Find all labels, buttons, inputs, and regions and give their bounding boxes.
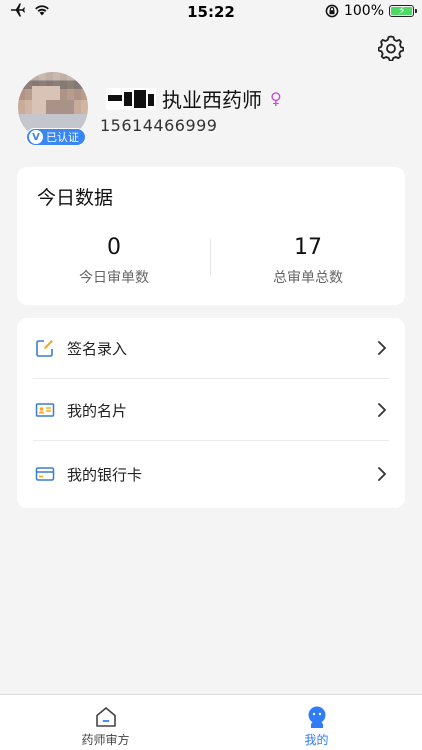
female-gender-icon: ♀ [270,89,282,108]
name-row: 执业西药师 ♀ [106,84,282,113]
menu-divider [33,440,389,441]
today-stats-card: 今日数据 0 今日审单数 17 总审单总数 [17,167,405,305]
rotation-lock-icon [325,4,339,18]
battery-percent: 100% [343,3,384,19]
phone-number: 15614466999 [100,116,218,135]
stat-value: 17 [294,235,322,260]
stats-title: 今日数据 [37,187,114,209]
home-icon [95,707,116,727]
settings-gear-icon[interactable] [378,35,404,61]
verified-label: 已认证 [46,131,79,144]
edit-icon [36,340,53,357]
tab-prescription-review[interactable]: 药师审方 [0,695,211,750]
verified-badge: V 已认证 [26,128,86,146]
menu-item-label: 我的名片 [67,401,128,420]
stat-label: 今日审单数 [79,270,149,286]
tab-label: 我的 [304,733,329,747]
tab-bar: 药师审方 我的 [0,694,422,750]
tab-mine[interactable]: 我的 [211,695,422,750]
chevron-right-icon [378,467,386,481]
tab-label: 药师审方 [81,733,130,747]
name-redaction [106,87,156,110]
menu-item-signature[interactable]: 签名录入 [33,318,389,378]
stat-today-reviews: 0 今日审单数 [17,235,211,287]
stat-total-reviews: 17 总审单总数 [211,235,405,287]
status-right: 100% ⚡ [325,3,417,19]
chevron-right-icon [378,341,386,355]
menu-item-label: 我的银行卡 [67,465,143,484]
profile-header: V 已认证 执业西药师 ♀ 15614466999 [18,72,408,152]
stat-label: 总审单总数 [273,270,343,286]
menu-item-business-card[interactable]: 我的名片 [33,380,389,440]
battery-icon: ⚡ [389,4,417,17]
practitioner-title: 执业西药师 [162,88,262,112]
verified-v-icon: V [29,130,43,144]
chevron-right-icon [378,403,386,417]
menu-divider [33,378,389,379]
status-bar: 15:22 100% ⚡ [0,0,422,24]
menu-card: 签名录入 我的名片 我的银行卡 [17,318,405,508]
menu-item-bank-card[interactable]: 我的银行卡 [33,444,389,504]
menu-item-label: 签名录入 [67,339,128,358]
bank-card-icon [35,467,55,481]
profile-icon [308,706,325,728]
stat-value: 0 [107,235,121,260]
id-card-icon [35,403,55,417]
